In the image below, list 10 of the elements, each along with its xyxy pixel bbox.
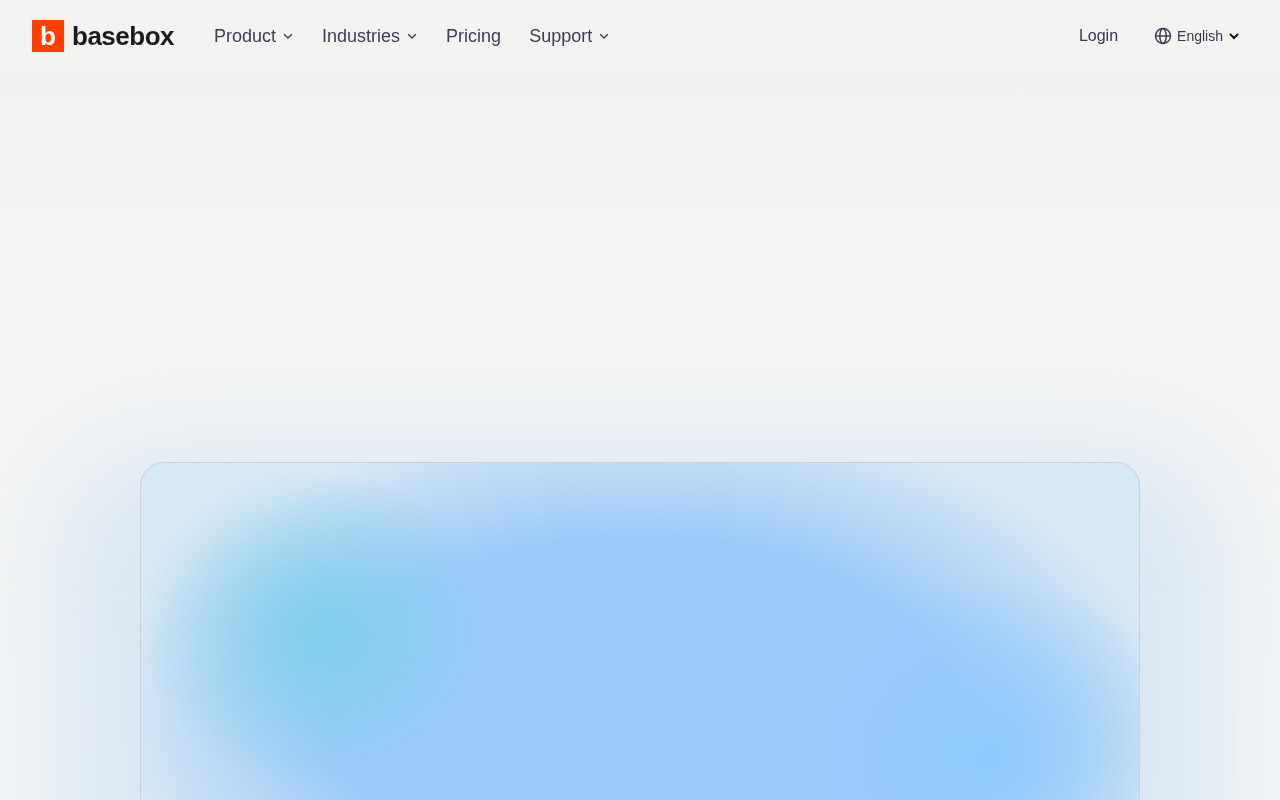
chevron-down-icon: [1228, 30, 1240, 42]
nav-link[interactable]: Pricing: [446, 25, 502, 47]
logo-mark[interactable]: b: [32, 20, 64, 52]
nav-link[interactable]: Product: [214, 25, 295, 47]
globe-icon: [1154, 27, 1173, 45]
login-link[interactable]: Login: [1078, 27, 1119, 45]
nav-link[interactable]: Support: [529, 25, 611, 47]
logo-wordmark[interactable]: basebox: [72, 20, 174, 52]
nav-link[interactable]: Industries: [322, 25, 419, 47]
language-selector[interactable]: English: [1154, 27, 1240, 45]
